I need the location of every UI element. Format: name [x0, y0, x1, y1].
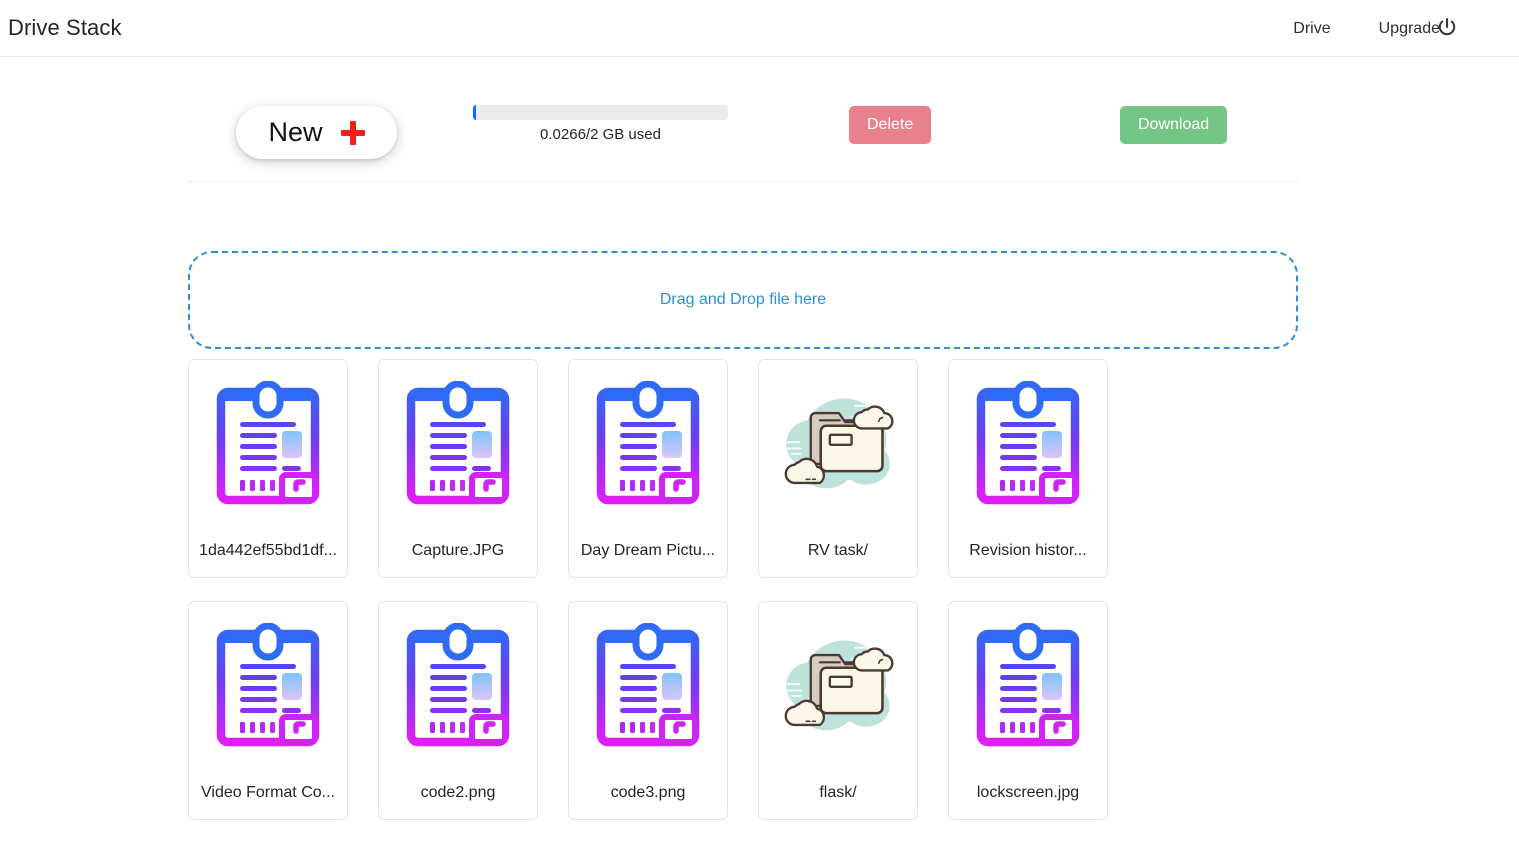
file-card-label: lockscreen.jpg — [976, 784, 1080, 801]
file-card[interactable]: flask/ — [758, 601, 918, 820]
file-dropzone[interactable]: Drag and Drop file here — [188, 251, 1298, 349]
file-card[interactable]: Day Dream Pictu... — [568, 359, 728, 578]
document-icon-wrapper — [589, 618, 707, 752]
storage-meter: 0.0266/2 GB used — [473, 105, 728, 143]
file-card-label: code2.png — [420, 784, 496, 801]
file-card[interactable]: Capture.JPG — [378, 359, 538, 578]
document-icon — [596, 623, 700, 747]
document-icon-wrapper — [589, 376, 707, 510]
dropzone-label: Drag and Drop file here — [659, 291, 827, 308]
new-button-label: New — [268, 117, 323, 147]
app-brand-title: Drive Stack — [8, 15, 122, 40]
file-card[interactable]: lockscreen.jpg — [948, 601, 1108, 820]
document-icon — [406, 623, 510, 747]
plus-icon — [340, 120, 365, 145]
document-icon — [596, 381, 700, 505]
power-icon[interactable] — [1433, 14, 1461, 42]
nav-link-drive[interactable]: Drive — [1269, 20, 1354, 38]
file-card-label: RV task/ — [807, 542, 869, 559]
file-card[interactable]: code3.png — [568, 601, 728, 820]
document-icon-wrapper — [399, 618, 517, 752]
file-card[interactable]: Video Format Co... — [188, 601, 348, 820]
document-icon-wrapper — [399, 376, 517, 510]
file-card-label: 1da442ef55bd1df... — [199, 542, 337, 559]
toolbar: New 0.0266/2 GB used Delete Download — [188, 85, 1298, 182]
document-icon-wrapper — [969, 376, 1087, 510]
toolbar-divider — [188, 181, 1298, 182]
file-card-label: Video Format Co... — [201, 784, 335, 801]
document-icon-wrapper — [209, 618, 327, 752]
storage-progress-track — [473, 105, 728, 120]
document-icon — [406, 381, 510, 505]
file-card[interactable]: Revision histor... — [948, 359, 1108, 578]
folder-icon-wrapper — [779, 376, 897, 510]
document-icon — [216, 623, 320, 747]
document-icon — [216, 381, 320, 505]
file-grid: 1da442ef55bd1df... Capture.JPG Day Dream… — [188, 359, 1310, 843]
file-card[interactable]: 1da442ef55bd1df... — [188, 359, 348, 578]
file-card-label: flask/ — [819, 784, 857, 801]
folder-icon-wrapper — [779, 618, 897, 752]
file-card-label: Day Dream Pictu... — [580, 542, 716, 559]
delete-button[interactable]: Delete — [849, 106, 932, 145]
document-icon-wrapper — [209, 376, 327, 510]
file-card-label: Capture.JPG — [411, 542, 505, 559]
file-card-label: code3.png — [610, 784, 686, 801]
folder-icon — [783, 640, 894, 731]
file-card[interactable]: code2.png — [378, 601, 538, 820]
file-card[interactable]: RV task/ — [758, 359, 918, 578]
document-icon-wrapper — [969, 618, 1087, 752]
document-icon — [976, 623, 1080, 747]
storage-progress-fill — [473, 105, 477, 120]
folder-icon — [783, 398, 894, 489]
file-card-label: Revision histor... — [969, 542, 1087, 559]
storage-usage-text: 0.0266/2 GB used — [540, 126, 661, 143]
download-button[interactable]: Download — [1120, 106, 1228, 145]
top-navbar: Drive Stack Drive Upgrade — [0, 0, 1519, 57]
new-button[interactable]: New — [236, 106, 397, 159]
document-icon — [976, 381, 1080, 505]
